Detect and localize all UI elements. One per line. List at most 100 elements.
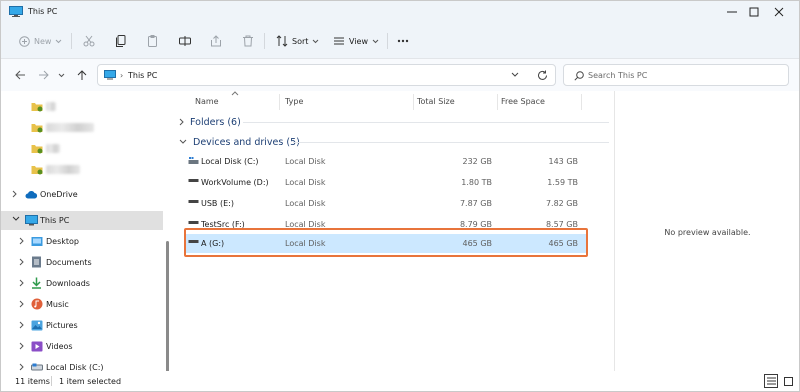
delete-button[interactable]: [242, 31, 254, 51]
drive-type: Local Disk: [285, 157, 326, 166]
sort-icon: [276, 35, 288, 47]
details-view-button[interactable]: [764, 374, 778, 388]
column-header-total-size[interactable]: Total Size: [417, 97, 455, 106]
drive-type: Local Disk: [285, 220, 326, 229]
cut-icon: [83, 35, 95, 47]
sidebar-item-downloads[interactable]: Downloads: [1, 274, 163, 293]
chevron-down-icon[interactable]: [511, 72, 519, 78]
group-header-label: Devices and drives (5): [193, 136, 300, 148]
window-title: This PC: [28, 7, 58, 16]
sort-button-label: Sort: [292, 36, 309, 46]
tiles-view-button[interactable]: [781, 374, 795, 388]
forward-button[interactable]: [35, 67, 51, 83]
close-button[interactable]: [757, 1, 800, 23]
new-button-label: New: [34, 36, 52, 46]
refresh-icon[interactable]: [537, 70, 548, 81]
chevron-right-icon: [179, 118, 184, 126]
view-button[interactable]: View: [333, 31, 379, 51]
sidebar-item-label: Music: [46, 300, 69, 309]
quick-access-item[interactable]: [1, 160, 163, 179]
table-row-selected[interactable]: A (G:) Local Disk 465 GB 465 GB: [185, 234, 588, 253]
sidebar-item-label: Local Disk (C:): [46, 363, 104, 371]
quick-access-item[interactable]: [1, 97, 163, 116]
chevron-right-icon[interactable]: [19, 258, 25, 266]
quick-access-item[interactable]: [1, 139, 163, 158]
title-bar: This PC: [1, 1, 799, 23]
computer-icon: [25, 215, 38, 226]
documents-folder-icon: [32, 256, 41, 268]
chevron-right-icon[interactable]: [19, 300, 25, 308]
details-view-icon: [766, 377, 776, 385]
breadcrumb-this-pc[interactable]: This PC: [128, 71, 157, 80]
preview-message: No preview available.: [664, 228, 751, 237]
chevron-right-icon[interactable]: [19, 237, 25, 245]
group-divider: [293, 142, 609, 143]
group-header-devices[interactable]: Devices and drives (5): [179, 135, 300, 149]
search-box[interactable]: [563, 64, 789, 86]
column-divider[interactable]: [497, 94, 498, 110]
file-explorer-window: This PC New Sort View › This PC Search T…: [0, 0, 800, 392]
sidebar-item-local-disk-c[interactable]: Local Disk (C:): [1, 358, 163, 371]
table-row[interactable]: USB (E:) Local Disk 7.87 GB 7.82 GB: [185, 194, 588, 212]
group-header-label: Folders (6): [190, 116, 241, 128]
videos-folder-icon: [31, 341, 43, 352]
sidebar-item-onedrive[interactable]: OneDrive: [1, 185, 163, 204]
column-divider[interactable]: [581, 94, 582, 110]
drive-icon: [188, 200, 199, 203]
sidebar-item-desktop[interactable]: Desktop: [1, 232, 163, 251]
table-row[interactable]: TestSrc (F:) Local Disk 8.79 GB 8.57 GB: [185, 215, 588, 233]
drive-icon: [31, 363, 43, 371]
chevron-down-icon: [313, 39, 319, 43]
column-header-free-space[interactable]: Free Space: [501, 97, 545, 106]
paste-button[interactable]: [147, 31, 159, 51]
drive-type: Local Disk: [285, 199, 326, 208]
share-button[interactable]: [210, 31, 222, 51]
column-header-type[interactable]: Type: [285, 97, 303, 106]
sidebar-item-music[interactable]: Music: [1, 295, 163, 314]
column-divider[interactable]: [279, 94, 280, 110]
chevron-right-icon[interactable]: [19, 321, 25, 329]
copy-button[interactable]: [115, 31, 127, 51]
column-divider[interactable]: [413, 94, 414, 110]
chevron-right-icon[interactable]: [12, 190, 18, 198]
sidebar-item-pictures[interactable]: Pictures: [1, 316, 163, 335]
column-header-name[interactable]: Name: [195, 97, 219, 106]
sidebar-item-label: Desktop: [46, 237, 79, 246]
table-row[interactable]: WorkVolume (D:) Local Disk 1.80 TB 1.59 …: [185, 173, 588, 191]
table-row[interactable]: Local Disk (C:) Local Disk 232 GB 143 GB: [185, 152, 588, 170]
recent-locations-button[interactable]: [56, 67, 66, 83]
toolbar-divider: [387, 33, 388, 49]
chevron-right-icon[interactable]: [19, 363, 25, 371]
back-button[interactable]: [12, 67, 28, 83]
copy-icon: [116, 35, 126, 47]
more-options-button[interactable]: [397, 31, 409, 51]
quick-access-item[interactable]: [1, 118, 163, 137]
up-button[interactable]: [74, 67, 90, 83]
group-header-folders[interactable]: Folders (6): [179, 115, 241, 129]
cut-button[interactable]: [83, 31, 95, 51]
chevron-right-icon[interactable]: [19, 279, 25, 287]
toolbar-divider: [264, 33, 265, 49]
tiles-view-icon: [783, 376, 793, 386]
drive-icon: [188, 221, 199, 224]
new-button[interactable]: New: [19, 31, 62, 51]
cloud-icon: [25, 191, 38, 199]
drive-name: TestSrc (F:): [201, 220, 245, 229]
selection-count: 1 item selected: [59, 377, 122, 386]
system-drive-icon: [188, 157, 199, 164]
sidebar-item-videos[interactable]: Videos: [1, 337, 163, 356]
sidebar-item-documents[interactable]: Documents: [1, 253, 163, 272]
address-bar[interactable]: › This PC: [97, 64, 556, 86]
view-button-label: View: [349, 36, 368, 46]
chevron-right-icon[interactable]: [19, 342, 25, 350]
sort-button[interactable]: Sort: [276, 31, 319, 51]
sidebar-item-this-pc[interactable]: This PC: [1, 211, 163, 230]
arrow-right-icon: [38, 70, 49, 80]
chevron-down-icon[interactable]: [12, 216, 20, 222]
navigation-scrollbar[interactable]: [166, 241, 169, 371]
rename-button[interactable]: [179, 31, 191, 51]
folder-icon: [31, 124, 43, 133]
search-input[interactable]: [588, 69, 778, 82]
arrow-up-icon: [77, 69, 87, 80]
blurred-label: [46, 144, 60, 153]
